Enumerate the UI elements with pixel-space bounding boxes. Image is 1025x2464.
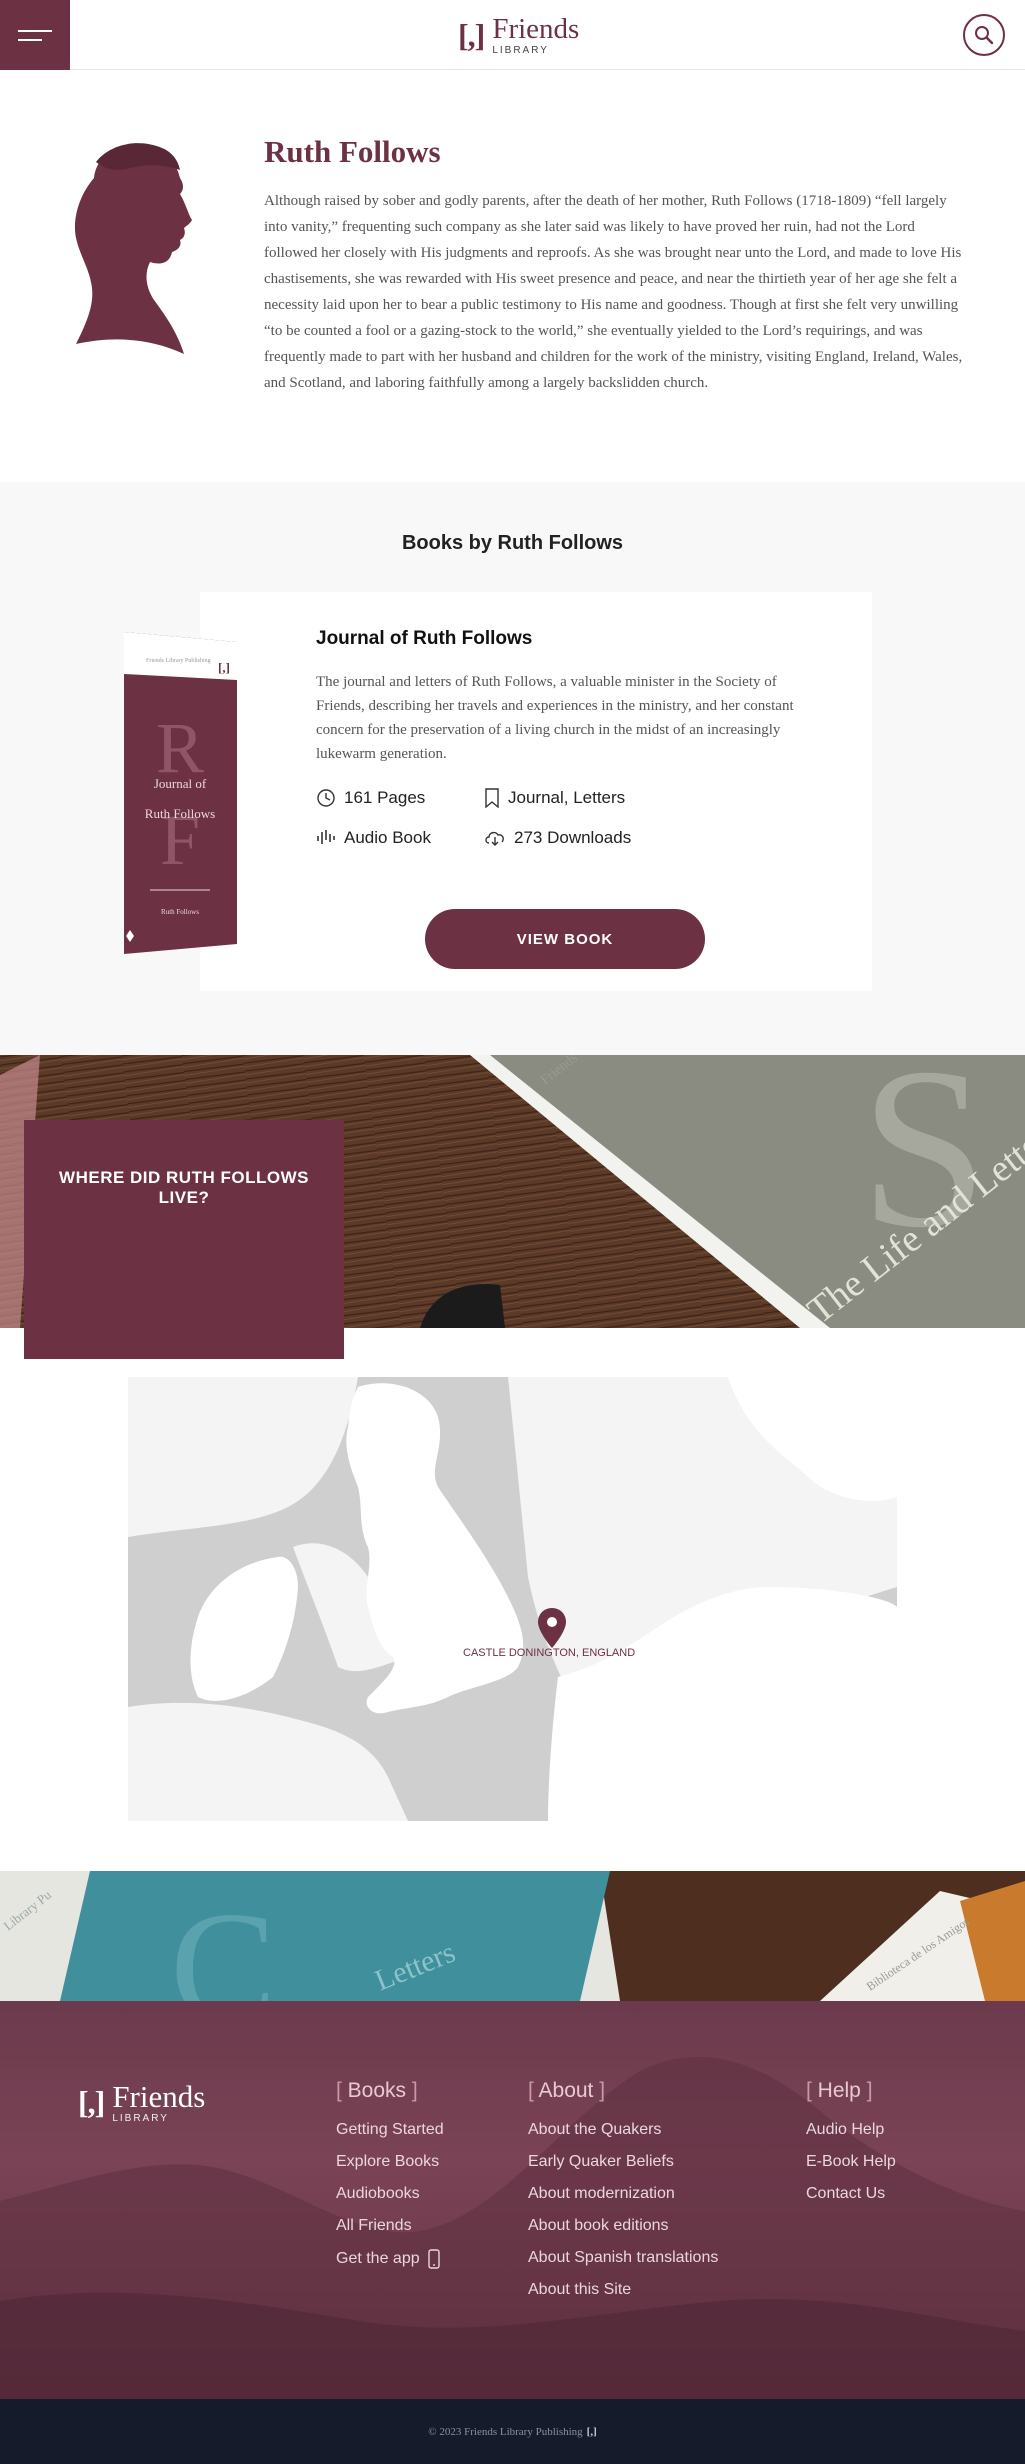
copyright-text: © 2023 Friends Library Publishing xyxy=(428,2425,583,2438)
audio-book-label: Audio Book xyxy=(344,828,431,847)
book-tags: Journal, Letters xyxy=(508,788,626,807)
footer-link-getting-started[interactable]: Getting Started xyxy=(336,2121,444,2139)
logo-name: Friends xyxy=(492,12,580,45)
book-card: Friends Library Publishing [,] R F Journ… xyxy=(124,592,872,991)
footer-link-about-spanish-translations[interactable]: About Spanish translations xyxy=(528,2249,718,2267)
location-map[interactable]: CASTLE DONINGTON, ENGLAND xyxy=(128,1377,897,1821)
hamburger-icon-line xyxy=(18,38,42,41)
book-description: The journal and letters of Ruth Follows,… xyxy=(316,674,794,762)
author-name: Ruth Follows xyxy=(264,134,441,169)
book-cover[interactable]: Friends Library Publishing [,] R F Journ… xyxy=(124,632,237,954)
phone-icon xyxy=(427,2249,440,2269)
books-banner-image: C Letters Library Pu Biblioteca de los A… xyxy=(0,1871,1025,2001)
footer-col-books: [ Books ] Getting Started Explore Books … xyxy=(336,2079,444,2283)
footer-link-all-friends[interactable]: All Friends xyxy=(336,2217,444,2235)
footer-logo-name: Friends xyxy=(112,2079,206,2114)
search-icon xyxy=(975,26,994,45)
footer-logo[interactable]: [,] Friends LIBRARY xyxy=(78,2081,205,2124)
downloads-meta: 273 Downloads xyxy=(484,828,631,848)
banner-initial: C xyxy=(170,1878,277,2001)
footer-about-heading: About xyxy=(538,2079,594,2102)
audio-waveform-icon xyxy=(317,830,335,844)
logo-text: Friends LIBRARY xyxy=(492,12,580,56)
books-heading: Books by Ruth Follows xyxy=(401,532,624,554)
tags-meta: Journal, Letters xyxy=(484,788,625,808)
footer-col-about: [ About ] About the Quakers Early Quaker… xyxy=(528,2079,718,2313)
footer-link-ebook-help[interactable]: E-Book Help xyxy=(806,2153,896,2171)
copyright-mark: [,] xyxy=(586,2425,597,2438)
where-heading-box: WHERE DID RUTH FOLLOWS LIVE? xyxy=(24,1120,344,1359)
hamburger-icon xyxy=(18,29,52,32)
copyright-bar: © 2023 Friends Library Publishing [,] xyxy=(0,2399,1025,2464)
footer-link-about-book-editions[interactable]: About book editions xyxy=(528,2217,718,2235)
pages-count: 161 Pages xyxy=(344,788,426,807)
footer-link-get-the-app-label: Get the app xyxy=(336,2250,420,2267)
audio-meta: Audio Book xyxy=(316,828,431,848)
logo-sub: LIBRARY xyxy=(492,44,549,56)
menu-button[interactable] xyxy=(0,0,70,70)
map-location-label: CASTLE DONINGTON, ENGLAND xyxy=(463,1647,636,1659)
where-section: S The Life and Letters of Samuel Fo Frie… xyxy=(0,1055,1025,1359)
footer-col-help: [ Help ] Audio Help E-Book Help Contact … xyxy=(806,2079,896,2217)
cloud-download-icon xyxy=(485,831,504,846)
footer-link-about-modernization[interactable]: About modernization xyxy=(528,2185,718,2203)
map-section: CASTLE DONINGTON, ENGLAND xyxy=(0,1328,1025,1871)
footer-col-about-title: [ About ] xyxy=(528,2079,606,2102)
search-button[interactable] xyxy=(963,14,1005,56)
author-silhouette-icon xyxy=(74,143,192,354)
footer-link-early-quaker-beliefs[interactable]: Early Quaker Beliefs xyxy=(528,2153,718,2171)
cover-author: Ruth Follows xyxy=(161,908,199,916)
books-section: Books by Ruth Follows Friends Library Pu… xyxy=(0,482,1025,1055)
cover-publisher: Friends Library Publishing xyxy=(146,658,211,664)
download-count: 273 Downloads xyxy=(514,828,632,847)
footer-link-audiobooks[interactable]: Audiobooks xyxy=(336,2185,444,2203)
footer-link-contact-us[interactable]: Contact Us xyxy=(806,2185,896,2203)
footer-link-get-the-app[interactable]: Get the app xyxy=(336,2249,444,2269)
footer-logo-sub: LIBRARY xyxy=(112,2113,169,2124)
footer-col-books-title: [ Books ] xyxy=(336,2079,418,2102)
cover-title-line-1: Journal of xyxy=(154,776,207,791)
footer-link-audio-help[interactable]: Audio Help xyxy=(806,2121,896,2139)
book-title[interactable]: Journal of Ruth Follows xyxy=(316,628,532,650)
footer-logo-mark: [,] xyxy=(78,2084,105,2120)
logo-mark: [,] xyxy=(458,16,485,53)
view-book-button[interactable]: VIEW BOOK xyxy=(425,909,705,969)
footer-link-explore-books[interactable]: Explore Books xyxy=(336,2153,444,2171)
site-header: [,] Friends LIBRARY xyxy=(0,0,1025,70)
author-bio: Although raised by sober and godly paren… xyxy=(264,193,963,391)
footer-books-heading: Books xyxy=(347,2079,407,2102)
pages-meta: 161 Pages xyxy=(316,788,425,808)
site-footer: [,] Friends LIBRARY [ Books ] Getting St… xyxy=(0,2001,1025,2399)
footer-help-heading: Help xyxy=(817,2079,861,2102)
map-pin-icon[interactable] xyxy=(538,1608,566,1648)
bookmark-icon xyxy=(485,788,499,808)
clock-icon xyxy=(317,789,335,807)
footer-col-help-title: [ Help ] xyxy=(806,2079,873,2102)
footer-logo-text: Friends LIBRARY xyxy=(112,2081,205,2124)
cover-mark: [,] xyxy=(218,660,230,675)
cover-title-line-2: Ruth Follows xyxy=(145,806,215,821)
site-logo[interactable]: [,] Friends LIBRARY xyxy=(458,12,579,58)
footer-link-about-this-site[interactable]: About this Site xyxy=(528,2281,718,2299)
where-heading: WHERE DID RUTH FOLLOWS LIVE? xyxy=(59,1168,309,1207)
footer-link-about-quakers[interactable]: About the Quakers xyxy=(528,2121,718,2139)
author-section: Ruth Follows Although raised by sober an… xyxy=(0,70,1025,482)
